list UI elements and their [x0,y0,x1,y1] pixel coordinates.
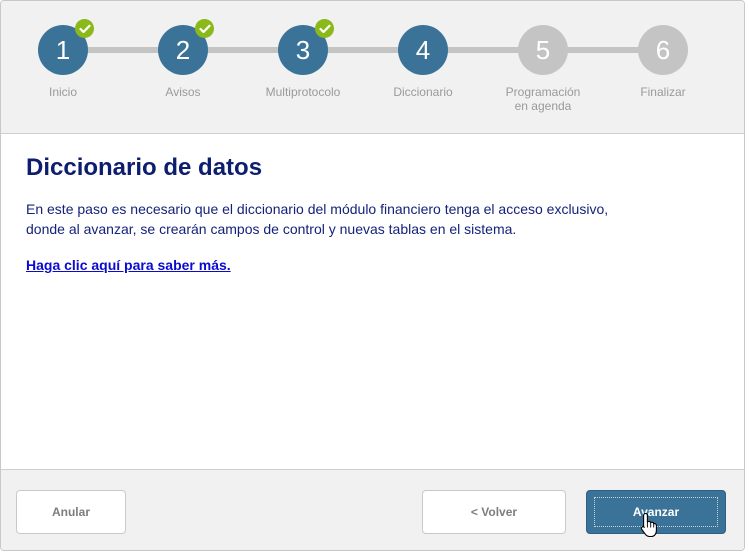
wizard-footer: Anular < Volver Avanzar [1,469,744,550]
step-circle: 4 [398,25,448,75]
step-diccionario: 4 Diccionario [363,25,483,99]
step-number: 5 [535,35,551,65]
step-label-line: en agenda [514,99,572,113]
back-button[interactable]: < Volver [422,490,566,534]
step-inicio: 1 Inicio [3,19,123,99]
wizard-stepper: 1 Inicio 2 Avisos 3 Multiprotocolo 4 Dic… [1,1,744,134]
step-number: 3 [295,35,311,65]
check-icon [315,19,334,38]
step-number: 6 [655,35,671,65]
step-avisos: 2 Avisos [123,19,243,99]
step-programacion: 5 Programación en agenda [483,25,603,113]
step-label: Avisos [165,85,201,99]
step-number: 2 [175,35,191,65]
check-icon [195,19,214,38]
step-label-line: Programación [505,85,581,99]
step-circle: 3 [278,19,334,75]
learn-more-link[interactable]: Haga clic aquí para saber más. [26,257,231,273]
description-line: En este paso es necesario que el diccion… [26,201,609,217]
step-multiprotocolo: 3 Multiprotocolo [243,19,363,99]
step-label: Inicio [48,85,77,99]
page-title: Diccionario de datos [26,154,263,181]
step-circle: 6 [638,25,688,75]
step-finalizar: 6 Finalizar [603,25,723,99]
step-label: Programación en agenda [483,85,603,113]
step-circle: 5 [518,25,568,75]
description-line: donde al avanzar, se crearán campos de c… [26,221,517,237]
cancel-button[interactable]: Anular [16,490,126,534]
step-label: Finalizar [640,85,686,99]
step-description: En este paso es necesario que el diccion… [26,199,706,239]
step-circle: 2 [158,19,214,75]
check-icon [75,19,94,38]
step-number: 1 [55,35,71,65]
step-content: Diccionario de datos En este paso es nec… [26,153,706,275]
step-label: Multiprotocolo [265,85,341,99]
install-wizard: 1 Inicio 2 Avisos 3 Multiprotocolo 4 Dic… [0,0,745,551]
hand-cursor-icon [640,512,657,538]
step-number: 4 [415,35,431,65]
step-label: Diccionario [393,85,453,99]
step-circle: 1 [38,19,94,75]
